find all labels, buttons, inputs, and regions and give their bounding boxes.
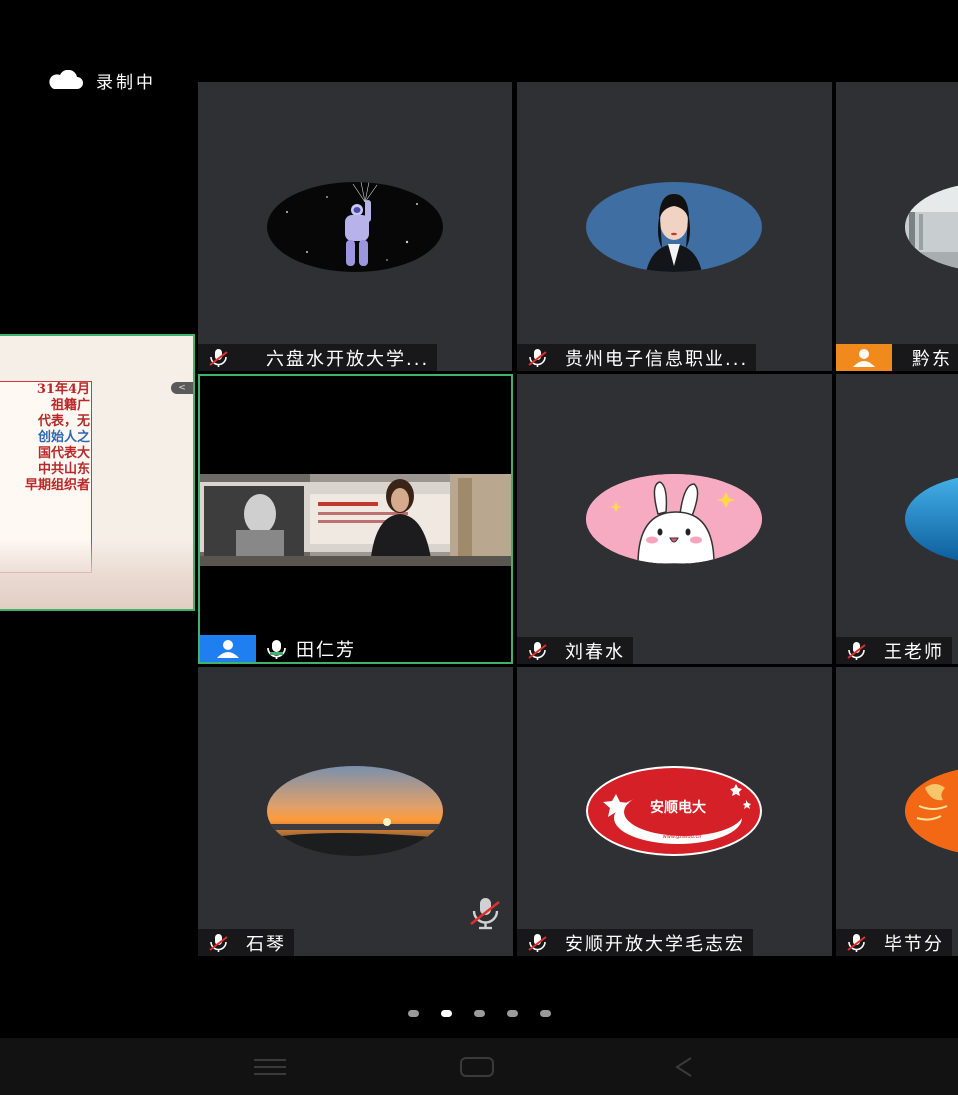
participant-tile[interactable]: 贵州电子信息职业...	[517, 82, 832, 371]
mic-muted-icon	[836, 929, 876, 956]
participant-name: 田仁芳	[296, 639, 356, 661]
participant-tile[interactable]: 毕节分	[836, 667, 958, 956]
school-logo-icon: 安顺电大 www.gzasdu.cn	[588, 768, 760, 854]
participant-name-bar: 刘春水	[517, 637, 633, 664]
participant-tile[interactable]: 石琴	[198, 667, 513, 956]
participant-name: 安顺开放大学毛志宏	[565, 933, 745, 955]
cloud-icon	[49, 70, 83, 89]
sea-icon	[905, 474, 958, 564]
mic-active-icon	[256, 635, 296, 662]
participant-tile[interactable]: 王老师	[836, 374, 958, 664]
participant-tile[interactable]: 黔东	[836, 82, 958, 371]
participant-name-bar: 王老师	[836, 637, 952, 664]
participant-avatar: 安顺电大 www.gzasdu.cn	[586, 766, 762, 856]
menu-icon	[254, 1058, 286, 1075]
mic-muted-icon	[517, 637, 557, 664]
participant-role-badge	[836, 344, 892, 371]
person-icon	[853, 348, 875, 367]
mic-muted-icon	[198, 929, 238, 956]
participant-name: 毕节分	[884, 933, 944, 955]
mic-muted-icon	[836, 637, 876, 664]
mic-muted-large-icon[interactable]	[467, 896, 503, 930]
interior-photo-icon	[905, 182, 958, 272]
participant-name-bar: 毕节分	[836, 929, 952, 956]
home-icon	[460, 1056, 494, 1077]
participant-avatar	[267, 766, 443, 856]
participant-name-bar: 贵州电子信息职业...	[517, 344, 757, 371]
participant-name-bar: 六盘水开放大学...	[198, 344, 438, 371]
participant-tile[interactable]: 六盘水开放大学...	[198, 82, 512, 371]
recording-indicator[interactable]: 录制中	[46, 66, 156, 94]
participant-name: 贵州电子信息职业...	[565, 348, 749, 370]
page-dot[interactable]	[539, 1010, 551, 1017]
video-frame-icon	[200, 474, 511, 566]
recording-label: 录制中	[96, 72, 156, 93]
collapse-preview-button[interactable]: <	[171, 382, 193, 394]
participant-name-bar: 石琴	[198, 929, 294, 956]
portrait-icon	[646, 194, 702, 272]
page-dot[interactable]	[506, 1010, 518, 1017]
page-dot[interactable]	[407, 1010, 419, 1017]
person-icon	[217, 639, 239, 658]
participant-avatar	[586, 182, 762, 272]
participant-avatar	[905, 182, 958, 272]
system-navigation-bar	[0, 1038, 958, 1095]
participant-name-bar: 田仁芳	[200, 635, 364, 662]
participant-avatar	[905, 474, 958, 564]
menu-button[interactable]	[230, 1038, 310, 1095]
participant-name-bar: 安顺开放大学毛志宏	[517, 929, 753, 956]
mic-muted-icon	[517, 929, 557, 956]
participant-tile[interactable]: 安顺电大 www.gzasdu.cn 安顺开放大学毛志宏	[517, 667, 832, 956]
mic-muted-icon	[198, 344, 238, 371]
sunset-icon	[267, 766, 443, 856]
host-badge	[200, 635, 256, 662]
mic-muted-icon	[517, 344, 557, 371]
participant-name: 王老师	[884, 641, 944, 663]
logo-subtext: www.gzasdu.cn	[663, 834, 702, 840]
participant-avatar	[586, 474, 762, 564]
participant-name-bar: 黔东	[836, 344, 958, 371]
logo-text: 安顺电大	[650, 799, 706, 816]
shared-screen-preview[interactable]: 31年4月 祖籍广 代表，无 创始人之 国代表大 中共山东 早期组织者 <	[0, 334, 195, 611]
dragon-emblem-icon	[905, 766, 958, 856]
participant-name: 石琴	[246, 933, 286, 955]
astronaut-icon	[286, 182, 418, 266]
participant-tile-active-speaker[interactable]: 田仁芳	[198, 374, 513, 664]
back-button[interactable]	[644, 1038, 724, 1095]
slide-text: 31年4月 祖籍广 代表，无 创始人之 国代表大 中共山东 早期组织者	[24, 382, 90, 493]
participant-name: 黔东	[912, 348, 952, 370]
bunny-icon	[586, 474, 762, 564]
participant-name: 刘春水	[565, 641, 625, 663]
page-indicator	[0, 1010, 958, 1017]
home-button[interactable]	[437, 1038, 517, 1095]
participant-avatar	[267, 182, 443, 272]
page-dot-active[interactable]	[440, 1010, 452, 1017]
page-dot[interactable]	[473, 1010, 485, 1017]
back-icon	[675, 1056, 692, 1077]
participant-video	[200, 474, 511, 566]
participant-tile[interactable]: 刘春水	[517, 374, 832, 664]
participant-name: 六盘水开放大学...	[266, 348, 430, 370]
slide-background-mist	[0, 539, 193, 609]
participant-avatar	[905, 766, 958, 856]
